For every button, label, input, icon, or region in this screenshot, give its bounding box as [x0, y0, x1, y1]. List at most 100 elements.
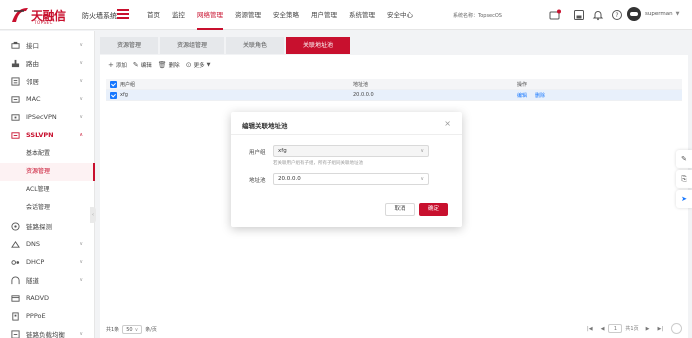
chevron-down-icon: ∨ [420, 148, 424, 154]
dns-icon [10, 239, 20, 249]
top-bar: 天融信 TOPSEC 防火墙系统 首页 监控 网络管理 资源管理 安全策略 用户… [0, 0, 692, 30]
chevron-down-icon: ∨ [79, 331, 83, 337]
logo-mark-icon [10, 6, 30, 24]
cell-group: xfg [120, 92, 128, 98]
select-all-checkbox[interactable] [106, 80, 120, 88]
close-icon[interactable]: × [444, 119, 451, 128]
column-header-pool[interactable]: 地址池 [353, 81, 517, 88]
sidebar-item-dhcp[interactable]: DHCP ∨ [0, 253, 95, 271]
delete-button[interactable]: 🗑 删除 [158, 61, 180, 69]
next-page-icon[interactable]: ▶ [646, 326, 650, 332]
delete-label: 删除 [168, 63, 180, 69]
column-header-group[interactable]: 用户组 [120, 81, 353, 88]
refresh-icon[interactable] [671, 323, 682, 334]
chevron-down-icon: ▼ [675, 11, 680, 17]
sidebar-item-label: PPPoE [26, 312, 46, 320]
probe-icon [10, 221, 20, 231]
group-value: xfg [278, 148, 287, 154]
prev-page-icon[interactable]: ◀ [601, 326, 605, 332]
sidebar-item-radvd[interactable]: RADVD [0, 289, 95, 307]
pppoe-icon [10, 311, 20, 321]
data-table: 用户组 地址池 操作 xfg 20.0.0.0 编辑 删除 [106, 79, 682, 101]
nav-system[interactable]: 系统管理 [343, 0, 381, 30]
nav-network[interactable]: 网络管理 [191, 0, 229, 30]
sidebar-item-label: 邻居 [26, 78, 39, 86]
sidebar-item-pppoe[interactable]: PPPoE [0, 307, 95, 325]
sidebar-collapse-handle[interactable]: ‹ [90, 207, 96, 223]
more-button[interactable]: ⊙ 更多 ▼ [186, 61, 213, 69]
confirm-button[interactable]: 确定 [419, 203, 448, 216]
sidebar: 接口 ∨ 路由 ∨ 邻居 ∨ MAC ∨ IPSecVPN ∨ SSLVPN ∧… [0, 31, 96, 338]
dialog-title: 编辑关联地址池 [242, 122, 288, 130]
float-tool-send-icon[interactable]: ➤ [676, 190, 692, 208]
bell-icon[interactable] [592, 9, 604, 21]
chevron-down-icon: ∨ [79, 259, 83, 265]
pagination-controls: |◀ ◀ 1 共1页 ▶ ▶| [583, 323, 682, 334]
group-label: 用户组 [249, 150, 266, 156]
first-page-icon[interactable]: |◀ [587, 326, 593, 332]
hamburger-menu-icon[interactable] [117, 9, 129, 20]
tab-resource-mgmt[interactable]: 资源管理 [100, 37, 159, 54]
sidebar-sub-acl-mgmt[interactable]: ACL管理 [0, 181, 95, 199]
row-checkbox[interactable] [106, 91, 120, 99]
sidebar-sub-resource-mgmt[interactable]: 资源管理 [0, 163, 95, 181]
tunnel-icon [10, 275, 20, 285]
cancel-button[interactable]: 取消 [385, 203, 415, 216]
alert-icon[interactable] [549, 9, 561, 21]
total-count: 共1条 [106, 327, 120, 333]
sidebar-item-label: 链路探测 [26, 223, 52, 231]
table-row[interactable]: xfg 20.0.0.0 编辑 删除 [106, 90, 682, 101]
sidebar-item-route[interactable]: 路由 ∨ [0, 54, 95, 72]
nav-monitor[interactable]: 监控 [166, 0, 191, 30]
nav-security-center[interactable]: 安全中心 [381, 0, 419, 30]
page-input[interactable]: 1 [608, 324, 623, 333]
tab-related-roles[interactable]: 关联角色 [226, 37, 285, 54]
last-page-icon[interactable]: ▶| [657, 326, 663, 332]
lb-icon [10, 329, 20, 338]
add-button[interactable]: + 添加 [108, 61, 127, 69]
ipsec-icon [10, 112, 20, 122]
group-select[interactable]: xfg ∨ [273, 145, 429, 157]
neighbor-icon [10, 76, 20, 86]
tab-related-pool[interactable]: 关联地址池 [286, 37, 351, 54]
sidebar-item-tunnel[interactable]: 隧道 ∨ [0, 271, 95, 289]
tab-resource-group[interactable]: 资源组管理 [160, 37, 225, 54]
sidebar-item-sslvpn[interactable]: SSLVPN ∧ [0, 126, 95, 144]
row-delete-link[interactable]: 删除 [535, 92, 545, 99]
sidebar-item-link-probe[interactable]: 链路探测 [0, 217, 95, 235]
total-pages: 共1页 [625, 326, 639, 332]
help-icon[interactable]: ? [611, 9, 623, 21]
radvd-icon [10, 293, 20, 303]
user-name: superman [645, 11, 673, 17]
sidebar-item-neighbor[interactable]: 邻居 ∨ [0, 72, 95, 90]
sidebar-item-interface[interactable]: 接口 ∨ [0, 36, 95, 54]
float-tool-export-icon[interactable]: ⎘ [676, 170, 692, 188]
page-size-select[interactable]: 50 ∨ [122, 325, 143, 334]
pagination-info: 共1条 50 ∨ 条/页 [106, 325, 157, 334]
edit-pool-dialog: 编辑关联地址池 × 用户组 xfg ∨ 若关联用户组有子组，所有子组同关联地址池… [231, 112, 462, 227]
route-icon [10, 58, 20, 68]
nav-users[interactable]: 用户管理 [305, 0, 343, 30]
sidebar-item-dns[interactable]: DNS ∨ [0, 235, 95, 253]
sidebar-item-link-lb[interactable]: 链路负载均衡 ∨ [0, 325, 95, 338]
interface-icon [10, 40, 20, 50]
user-menu[interactable]: superman ▼ [627, 7, 679, 21]
save-icon[interactable] [573, 9, 585, 21]
sidebar-item-mac[interactable]: MAC ∨ [0, 90, 95, 108]
sidebar-item-label: MAC [26, 95, 41, 103]
sidebar-sub-session-mgmt[interactable]: 会话管理 [0, 199, 95, 217]
row-edit-link[interactable]: 编辑 [517, 92, 527, 99]
cell-actions: 编辑 删除 [517, 92, 677, 99]
content-tabs: 资源管理 资源组管理 关联角色 关联地址池 [100, 37, 352, 54]
edit-button[interactable]: ✎ 编辑 [133, 61, 152, 69]
chevron-down-icon: ∨ [79, 277, 83, 283]
nav-policy[interactable]: 安全策略 [267, 0, 305, 30]
sidebar-item-ipsecvpn[interactable]: IPSecVPN ∨ [0, 108, 95, 126]
plus-icon: + [108, 61, 114, 69]
nav-home[interactable]: 首页 [141, 0, 166, 30]
pool-select[interactable]: 20.0.0.0 ∨ [273, 173, 429, 185]
nav-resources[interactable]: 资源管理 [229, 0, 267, 30]
table-header: 用户组 地址池 操作 [106, 79, 682, 90]
float-tool-edit-icon[interactable]: ✎ [676, 150, 692, 168]
sidebar-sub-basic-config[interactable]: 基本配置 [0, 145, 95, 163]
